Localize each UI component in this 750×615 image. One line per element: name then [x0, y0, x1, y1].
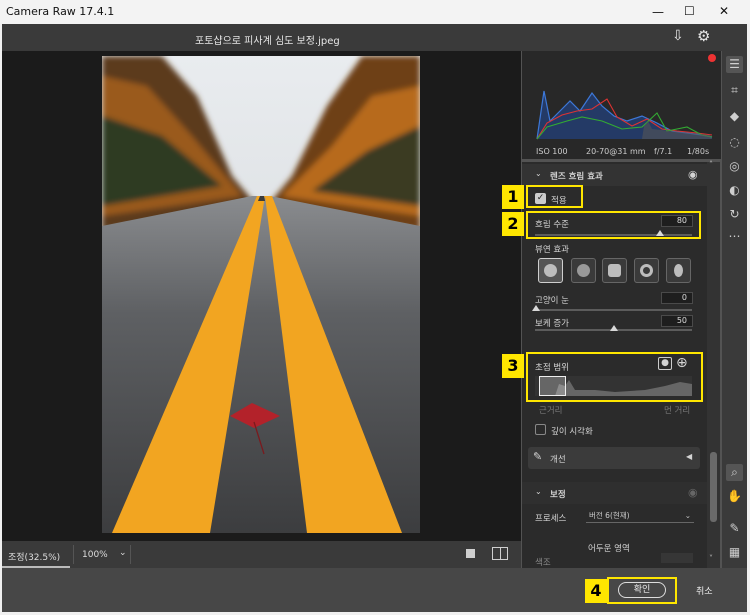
zoom-tool-icon[interactable]: ⌕: [726, 464, 743, 481]
caret-left-icon[interactable]: ◀: [686, 452, 692, 461]
brush-icon: ✎: [533, 450, 543, 463]
annotation-badge-3: 3: [502, 354, 524, 378]
bokeh-blade-button[interactable]: [602, 258, 627, 283]
cancel-button[interactable]: 취소: [696, 584, 713, 597]
highlight-box-1: [526, 185, 583, 208]
eye-icon[interactable]: ◉: [688, 168, 698, 181]
highlight-box-2: [526, 211, 701, 239]
correction-header[interactable]: ⌄ 보정 ◉: [522, 482, 707, 504]
process-value: 버전 6(현재): [589, 511, 630, 520]
canvas-toolbar: 조정(32.5%) 100% ⌄: [2, 541, 521, 568]
highlight-box-4: [607, 577, 677, 604]
tool-rail: ☰ ⌗ ◆ ◌ ◎ ◐ ↻ ⋯ ⌕ ✋ ✎ ▦: [722, 24, 747, 568]
visualize-depth-checkbox[interactable]: [535, 424, 546, 435]
lens-blur-header[interactable]: ⌄ 렌즈 흐림 효과 ◉: [522, 164, 707, 186]
bokeh-circle-button[interactable]: [538, 258, 563, 283]
chevron-down-icon[interactable]: ˅: [709, 554, 713, 563]
cats-eye-label: 고양이 눈: [535, 296, 569, 306]
close-button[interactable]: ✕: [719, 4, 729, 18]
zoom-fit-label[interactable]: 조정(32.5%): [8, 550, 60, 563]
exif-info: ISO 100 20-70@31 mm f/7.1 1/80s: [522, 140, 721, 162]
presets-icon[interactable]: ◐: [726, 182, 743, 199]
exif-iso: ISO 100: [536, 147, 568, 156]
far-label: 먼 거리: [664, 406, 691, 416]
eye-icon[interactable]: ◉: [688, 486, 698, 499]
before-after-icon[interactable]: [466, 549, 475, 558]
save-icon[interactable]: ⇩: [672, 28, 684, 44]
hand-icon[interactable]: ✋: [726, 488, 743, 505]
red-eye-icon[interactable]: ◎: [726, 158, 743, 175]
process-select[interactable]: 버전 6(현재) ⌄: [586, 509, 694, 523]
boost-label: 보케 증가: [535, 319, 569, 329]
chevron-down-icon[interactable]: ⌄: [535, 487, 542, 496]
annotation-badge-1: 1: [502, 185, 524, 209]
process-label: 프로세스: [535, 514, 567, 524]
boost-field[interactable]: 50: [661, 315, 693, 327]
annotation-badge-2: 2: [502, 212, 524, 236]
dark-area-label: 어두운 영역: [588, 544, 630, 554]
highlight-box-3: [526, 352, 703, 402]
maximize-button[interactable]: ☐: [684, 4, 695, 18]
tint-label: 색조: [535, 558, 551, 568]
chevron-down-icon[interactable]: ⌄: [685, 509, 691, 523]
preview-photo: [102, 56, 420, 533]
cats-eye-thumb[interactable]: [532, 305, 540, 311]
exif-shutter: 1/80s: [687, 147, 710, 156]
chevron-down-icon[interactable]: ⌄: [535, 169, 542, 178]
chevron-up-icon[interactable]: ˄: [709, 160, 713, 169]
panel-scrollbar[interactable]: ˄ ˅: [707, 160, 720, 568]
refine-row[interactable]: ✎ 개선 ◀: [528, 447, 700, 469]
boost-thumb[interactable]: [610, 325, 618, 331]
highlight-clipping-icon[interactable]: [708, 54, 716, 62]
exif-aperture: f/7.1: [654, 147, 673, 156]
compare-view-icon[interactable]: [492, 547, 508, 560]
cats-eye-slider[interactable]: [535, 309, 692, 311]
tint-field[interactable]: [661, 553, 693, 563]
zoom-select[interactable]: 100%: [82, 550, 108, 560]
title-bar: Camera Raw 17.4.1 — ☐ ✕: [0, 0, 750, 24]
eraser-icon[interactable]: ◆: [726, 108, 743, 125]
grid-icon[interactable]: ▦: [726, 544, 743, 561]
sliders-icon[interactable]: ☰: [726, 56, 743, 73]
annotation-badge-4: 4: [585, 579, 607, 603]
mask-icon[interactable]: ◌: [726, 134, 743, 151]
bokeh-ring-button[interactable]: [634, 258, 659, 283]
file-name: 포토샵으로 피사계 심도 보정.jpeg: [195, 36, 340, 47]
near-label: 근거리: [539, 406, 563, 416]
scroll-thumb[interactable]: [710, 452, 717, 522]
bokeh-label: 뷰연 효과: [535, 245, 569, 255]
eyedropper-icon[interactable]: ✎: [726, 520, 743, 537]
visualize-depth-label: 깊이 시각화: [551, 427, 593, 437]
bokeh-bubble-button[interactable]: [571, 258, 596, 283]
crop-icon[interactable]: ⌗: [726, 82, 743, 99]
exif-lens: 20-70@31 mm: [586, 147, 646, 156]
lens-blur-title: 렌즈 흐림 효과: [550, 172, 603, 182]
gear-icon[interactable]: ⚙: [697, 27, 710, 45]
bokeh-cats-eye-button[interactable]: [666, 258, 691, 283]
minimize-button[interactable]: —: [652, 5, 664, 19]
correction-title: 보정: [550, 490, 566, 500]
file-header: 포토샵으로 피사계 심도 보정.jpeg ⇩ ⚙: [2, 24, 722, 51]
refresh-icon[interactable]: ↻: [726, 206, 743, 223]
chevron-down-icon[interactable]: ⌄: [119, 548, 127, 558]
more-icon[interactable]: ⋯: [726, 228, 743, 245]
app-title: Camera Raw 17.4.1: [6, 5, 115, 18]
refine-label: 개선: [550, 455, 566, 465]
cats-eye-field[interactable]: 0: [661, 292, 693, 304]
